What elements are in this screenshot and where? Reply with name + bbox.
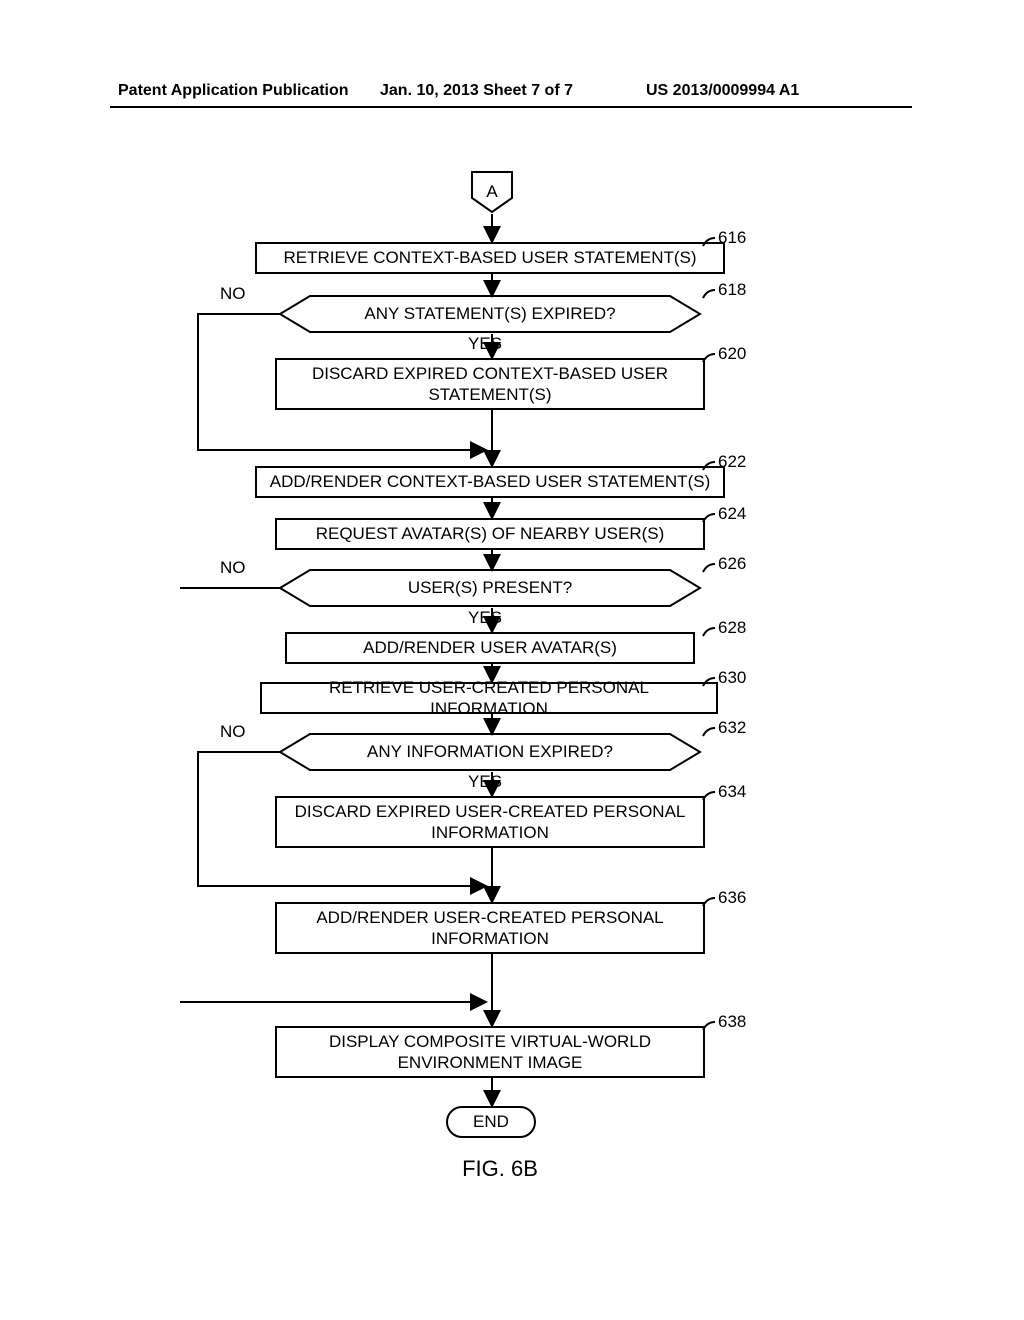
decision-632: ANY INFORMATION EXPIRED? [250, 732, 730, 772]
ref-632: 632 [718, 718, 746, 738]
ref-618: 618 [718, 280, 746, 300]
terminator-end: END [446, 1106, 536, 1138]
ref-630: 630 [718, 668, 746, 688]
no-label-618: NO [220, 284, 246, 304]
yes-label-626: YES [468, 608, 502, 628]
ref-616: 616 [718, 228, 746, 248]
step-628: ADD/RENDER USER AVATAR(S) [285, 632, 695, 664]
step-624: REQUEST AVATAR(S) OF NEARBY USER(S) [275, 518, 705, 550]
step-630: RETRIEVE USER-CREATED PERSONAL INFORMATI… [260, 682, 718, 714]
flowchart: A RETRIEVE CONTEXT-BASED USER STATEMENT(… [180, 170, 820, 1210]
offpage-connector-a-label: A [470, 170, 514, 214]
page: Patent Application Publication Jan. 10, … [0, 0, 1024, 1320]
ref-620: 620 [718, 344, 746, 364]
header-rule [110, 106, 912, 108]
ref-626: 626 [718, 554, 746, 574]
decision-626: USER(S) PRESENT? [250, 568, 730, 608]
figure-caption: FIG. 6B [462, 1156, 538, 1182]
step-634: DISCARD EXPIRED USER-CREATED PERSONAL IN… [275, 796, 705, 848]
header-left: Patent Application Publication [118, 82, 349, 100]
offpage-connector-a: A [470, 170, 514, 214]
yes-label-632: YES [468, 772, 502, 792]
ref-628: 628 [718, 618, 746, 638]
page-header: Patent Application Publication Jan. 10, … [0, 82, 1024, 106]
header-center: Jan. 10, 2013 Sheet 7 of 7 [380, 82, 573, 100]
no-label-632: NO [220, 722, 246, 742]
yes-label-618: YES [468, 334, 502, 354]
decision-618: ANY STATEMENT(S) EXPIRED? [250, 294, 730, 334]
ref-638: 638 [718, 1012, 746, 1032]
header-right: US 2013/0009994 A1 [646, 82, 799, 100]
step-620: DISCARD EXPIRED CONTEXT-BASED USER STATE… [275, 358, 705, 410]
step-616: RETRIEVE CONTEXT-BASED USER STATEMENT(S) [255, 242, 725, 274]
ref-634: 634 [718, 782, 746, 802]
no-label-626: NO [220, 558, 246, 578]
ref-624: 624 [718, 504, 746, 524]
ref-622: 622 [718, 452, 746, 472]
step-622: ADD/RENDER CONTEXT-BASED USER STATEMENT(… [255, 466, 725, 498]
step-638: DISPLAY COMPOSITE VIRTUAL-WORLD ENVIRONM… [275, 1026, 705, 1078]
step-636: ADD/RENDER USER-CREATED PERSONAL INFORMA… [275, 902, 705, 954]
ref-636: 636 [718, 888, 746, 908]
